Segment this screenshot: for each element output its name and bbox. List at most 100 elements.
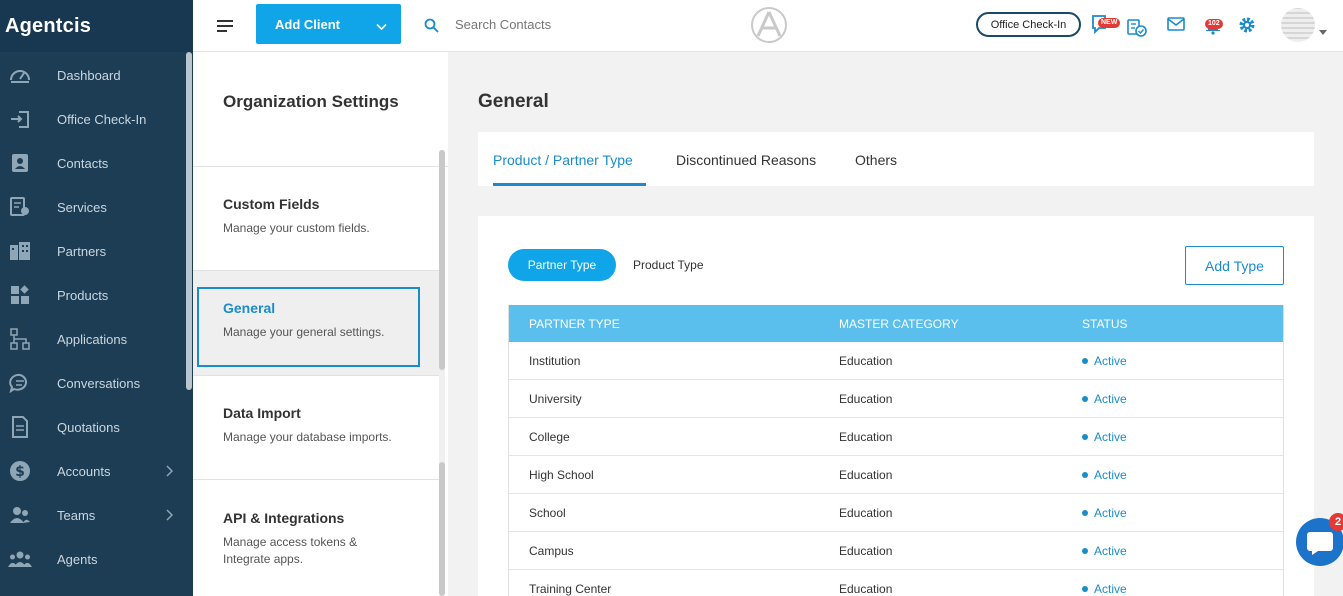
status-dot-icon (1082, 471, 1088, 478)
status-text: Active (1094, 430, 1127, 444)
notification-count-badge: 102 (1205, 19, 1223, 29)
search-input[interactable] (455, 13, 715, 35)
sidebar-item-accounts[interactable]: $ Accounts (0, 449, 193, 493)
scrollbar-thumb[interactable] (439, 150, 445, 370)
settings-scrollbar[interactable] (439, 150, 445, 596)
sidebar-scrollbar[interactable] (186, 52, 192, 390)
sidebar-item-office-check-in[interactable]: Office Check-In (0, 97, 193, 141)
table-row[interactable]: University Education Active (509, 380, 1283, 418)
tabs-bar: Product / Partner Type Discontinued Reas… (478, 132, 1314, 186)
table-row[interactable]: College Education Active (509, 418, 1283, 456)
chevron-down-icon[interactable] (376, 19, 387, 34)
sidebar-item-dashboard[interactable]: Dashboard (0, 53, 193, 97)
status-cell: Active (1082, 430, 1127, 444)
status-cell: Active (1082, 468, 1127, 482)
page-title: General (478, 91, 549, 112)
status-dot-icon (1082, 547, 1088, 554)
company-logo-icon (750, 6, 788, 49)
sidebar-item-label: Office Check-In (57, 111, 147, 127)
agents-icon (8, 547, 32, 571)
settings-item-custom-fields[interactable]: Custom Fields Manage your custom fields. (193, 167, 439, 270)
partner-type-table: PARTNER TYPE MASTER CATEGORY STATUS Inst… (508, 305, 1284, 596)
user-avatar[interactable] (1281, 8, 1315, 42)
add-client-button[interactable]: Add Client (256, 4, 401, 44)
search-icon[interactable] (424, 18, 439, 38)
status-cell: Active (1082, 544, 1127, 558)
table-row[interactable]: School Education Active (509, 494, 1283, 532)
tab-others[interactable]: Others (855, 152, 897, 168)
status-text: Active (1094, 392, 1127, 406)
scrollbar-thumb[interactable] (439, 462, 445, 596)
table-row[interactable]: Training Center Education Active (509, 570, 1283, 596)
master-category-cell: Education (839, 430, 893, 444)
sidebar-item-applications[interactable]: Applications (0, 317, 193, 361)
settings-item-api-integrations[interactable]: API & Integrations Manage access tokens … (193, 480, 439, 596)
status-text: Active (1094, 544, 1127, 558)
status-dot-icon (1082, 395, 1088, 402)
contacts-icon (8, 151, 32, 175)
add-type-button[interactable]: Add Type (1185, 246, 1284, 285)
sidebar-item-label: Services (57, 199, 107, 215)
brand-logo[interactable]: Agentcis (0, 0, 193, 52)
add-client-label: Add Client (275, 16, 340, 32)
sidebar-item-label: Applications (57, 331, 128, 347)
status-cell: Active (1082, 506, 1127, 520)
sidebar-item-quotations[interactable]: Quotations (0, 405, 193, 449)
top-header: Add Client Office Check-In NEW 102 (193, 0, 1343, 52)
status-dot-icon (1082, 509, 1088, 516)
sidebar: Agentcis Dashboard Office Check-In Conta… (0, 0, 193, 596)
column-header-partner-type: PARTNER TYPE (529, 317, 620, 331)
partner-type-cell: School (529, 506, 566, 520)
sidebar-item-agents[interactable]: Agents (0, 537, 193, 581)
partner-type-toggle[interactable]: Partner Type (508, 249, 616, 281)
column-header-master-category: MASTER CATEGORY (839, 317, 959, 331)
settings-item-description: Manage your database imports. (223, 430, 392, 444)
status-cell: Active (1082, 354, 1127, 368)
partner-type-cell: University (529, 392, 582, 406)
tab-product-partner-type[interactable]: Product / Partner Type (493, 152, 633, 168)
products-icon (8, 283, 32, 307)
mail-icon[interactable] (1167, 17, 1185, 36)
settings-item-title: Data Import (223, 405, 301, 421)
applications-icon (8, 327, 32, 351)
tasks-icon[interactable] (1127, 19, 1147, 42)
sidebar-item-products[interactable]: Products (0, 273, 193, 317)
status-dot-icon (1082, 433, 1088, 440)
column-header-status: STATUS (1082, 317, 1128, 331)
sidebar-item-teams[interactable]: Teams (0, 493, 193, 537)
sidebar-item-conversations[interactable]: Conversations (0, 361, 193, 405)
sidebar-item-label: Agents (57, 551, 98, 567)
caret-down-icon[interactable] (1319, 22, 1327, 40)
tab-discontinued-reasons[interactable]: Discontinued Reasons (676, 152, 816, 168)
settings-item-general[interactable]: General Manage your general settings. (193, 271, 439, 375)
master-category-cell: Education (839, 354, 893, 368)
table-row[interactable]: Institution Education Active (509, 342, 1283, 380)
table-row[interactable]: High School Education Active (509, 456, 1283, 494)
sidebar-item-services[interactable]: Services (0, 185, 193, 229)
partner-type-cell: Campus (529, 544, 574, 558)
status-dot-icon (1082, 585, 1088, 592)
settings-item-data-import[interactable]: Data Import Manage your database imports… (193, 376, 439, 479)
accounts-icon: $ (8, 459, 32, 483)
settings-item-title: API & Integrations (223, 510, 345, 526)
sidebar-item-label: Quotations (57, 419, 120, 435)
status-text: Active (1094, 582, 1127, 596)
status-cell: Active (1082, 582, 1127, 596)
sidebar-item-label: Accounts (57, 463, 111, 479)
partner-type-cell: Institution (529, 354, 581, 368)
menu-toggle-icon[interactable] (217, 19, 233, 37)
sidebar-item-label: Products (57, 287, 109, 303)
settings-gear-icon[interactable] (1238, 16, 1256, 39)
settings-item-description: Manage your custom fields. (223, 221, 370, 235)
chat-unread-badge: 2 (1329, 513, 1343, 531)
sidebar-item-contacts[interactable]: Contacts (0, 141, 193, 185)
sidebar-item-label: Partners (57, 243, 107, 259)
svg-text:$: $ (15, 464, 25, 480)
table-row[interactable]: Campus Education Active (509, 532, 1283, 570)
office-checkin-button[interactable]: Office Check-In (976, 12, 1081, 37)
sidebar-item-partners[interactable]: Partners (0, 229, 193, 273)
master-category-cell: Education (839, 544, 893, 558)
table-header: PARTNER TYPE MASTER CATEGORY STATUS (509, 305, 1283, 342)
check-in-icon (8, 107, 32, 131)
product-type-toggle[interactable]: Product Type (633, 258, 704, 272)
